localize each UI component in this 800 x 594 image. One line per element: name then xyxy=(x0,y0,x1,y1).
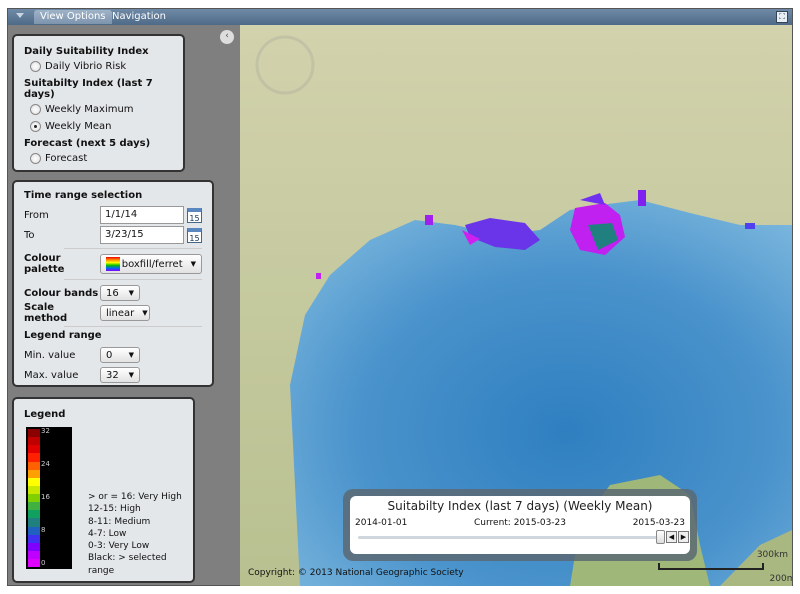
layer-options-panel: Daily Suitability Index Daily Vibrio Ris… xyxy=(12,34,185,172)
radio-forecast[interactable]: Forecast xyxy=(30,153,173,164)
from-label: From xyxy=(24,209,49,221)
legend-color-band xyxy=(28,461,40,470)
legend-title: Legend xyxy=(24,409,66,420)
radio-label: Weekly Maximum xyxy=(45,104,134,115)
legend-color-band xyxy=(28,469,40,478)
from-date-input[interactable]: 1/1/14 xyxy=(100,206,184,224)
legend-color-band xyxy=(28,534,40,543)
section-title: Daily Suitability Index xyxy=(24,46,149,57)
scale-method-select[interactable]: linear ▼ xyxy=(100,305,150,321)
to-date-input[interactable]: 3/23/15 xyxy=(100,226,184,244)
legend-color-band xyxy=(28,550,40,559)
legend-range-title: Legend range xyxy=(24,330,102,341)
radio-icon[interactable] xyxy=(30,61,41,72)
collapse-panel-icon[interactable] xyxy=(16,13,24,18)
colour-bands-select[interactable]: 16 ▼ xyxy=(100,285,140,301)
legend-class: 4-7: Low xyxy=(88,528,127,539)
legend-tick-label: 24 xyxy=(41,460,50,468)
legend-tick-label: 0 xyxy=(41,559,46,567)
time-range-title: Time range selection xyxy=(24,190,143,201)
legend-tick-label: 32 xyxy=(41,427,50,435)
palette-swatch-icon xyxy=(106,257,120,271)
section-title: Suitabilty Index (last 7 days) xyxy=(24,78,153,100)
legend-colorbar: 32 24 16 8 0 xyxy=(26,427,72,569)
radio-icon[interactable] xyxy=(30,104,41,115)
min-value-select[interactable]: 0 ▼ xyxy=(100,347,140,363)
radio-daily-vibrio-risk[interactable]: Daily Vibrio Risk xyxy=(30,61,173,72)
legend-panel: Legend 32 24 16 8 0 > or = 16: Very High 12-… xyxy=(12,397,195,583)
radio-selected-icon[interactable] xyxy=(30,121,41,132)
radio-label: Weekly Mean xyxy=(45,121,112,132)
radio-label: Daily Vibrio Risk xyxy=(45,61,127,72)
radio-weekly-maximum[interactable]: Weekly Maximum xyxy=(30,104,173,115)
tab-navigation[interactable]: Navigation xyxy=(106,10,172,24)
chevron-down-icon: ▼ xyxy=(128,351,134,359)
time-slider-widget: Suitabilty Index (last 7 days) (Weekly M… xyxy=(343,489,697,561)
slider-title: Suitabilty Index (last 7 days) (Weekly M… xyxy=(387,499,653,513)
slider-end-date: 2015-03-23 xyxy=(632,518,685,528)
chevron-down-icon: ▼ xyxy=(142,309,148,317)
tab-view-options[interactable]: View Options xyxy=(34,10,112,24)
max-value: 32 xyxy=(106,369,119,381)
slider-thumb[interactable] xyxy=(656,530,665,544)
scale-bar xyxy=(658,563,764,570)
legend-color-band xyxy=(28,559,40,568)
colour-bands-label: Colour bands xyxy=(24,287,99,299)
scale-km-label: 300km xyxy=(756,550,788,560)
collapse-sidebar-button[interactable]: ‹ xyxy=(220,30,234,44)
slider-start-date: 2014-01-01 xyxy=(355,518,408,528)
time-range-panel: Time range selection From 1/1/14 15 To 3/23… xyxy=(12,180,214,387)
copyright-text: Copyright: © 2013 National Geographic So… xyxy=(248,568,464,578)
legend-color-band xyxy=(28,502,40,511)
chevron-down-icon: ▼ xyxy=(128,371,134,379)
bands-value: 16 xyxy=(106,287,119,299)
slider-track[interactable] xyxy=(358,536,658,539)
colour-palette-label: Colour palette xyxy=(24,253,65,275)
legend-color-band xyxy=(28,494,40,503)
slider-current-date: Current: 2015-03-23 xyxy=(474,518,566,528)
legend-color-band xyxy=(28,445,40,454)
legend-tick-label: 8 xyxy=(41,526,46,534)
section-title: Forecast (next 5 days) xyxy=(24,138,151,149)
palette-value: boxfill/ferret xyxy=(121,258,183,270)
calendar-icon[interactable]: 15 xyxy=(187,227,202,243)
scale-method-label: Scale method xyxy=(24,302,68,324)
min-value: 0 xyxy=(106,349,113,361)
legend-class: 12-15: High xyxy=(88,504,141,515)
scale-mi-label: 200mi xyxy=(769,574,792,584)
colour-palette-select[interactable]: boxfill/ferret ▼ xyxy=(100,254,202,274)
step-back-button[interactable]: ◀ xyxy=(666,531,677,543)
fullscreen-icon[interactable]: ⛶ xyxy=(776,11,788,23)
legend-color-band xyxy=(28,429,40,438)
legend-color-band xyxy=(28,453,40,462)
chevron-down-icon: ▼ xyxy=(190,260,196,268)
app-window: View Options Navigation ⛶ Daily Suitabil… xyxy=(7,8,793,586)
min-value-label: Min. value xyxy=(24,349,76,361)
to-label: To xyxy=(24,229,35,241)
max-value-select[interactable]: 32 ▼ xyxy=(100,367,140,383)
radio-icon[interactable] xyxy=(30,153,41,164)
legend-classes: > or = 16: Very High 12-15: High 8-11: M… xyxy=(88,491,193,577)
radio-label: Forecast xyxy=(45,153,88,164)
top-bar: View Options Navigation ⛶ xyxy=(8,9,792,25)
scale-value: linear xyxy=(106,307,135,319)
legend-color-band xyxy=(28,485,40,494)
legend-color-band xyxy=(28,542,40,551)
chevron-down-icon: ▼ xyxy=(128,289,134,297)
legend-color-band xyxy=(28,477,40,486)
step-forward-button[interactable]: ▶ xyxy=(678,531,689,543)
legend-color-band xyxy=(28,510,40,519)
legend-class: > or = 16: Very High xyxy=(88,492,182,502)
legend-tick-label: 16 xyxy=(41,493,50,501)
legend-class: 0-3: Very Low xyxy=(88,541,150,552)
calendar-icon[interactable]: 15 xyxy=(187,207,202,223)
legend-color-band xyxy=(28,526,40,535)
legend-color-band xyxy=(28,518,40,527)
legend-color-band xyxy=(28,437,40,446)
radio-weekly-mean[interactable]: Weekly Mean xyxy=(30,121,173,132)
map-view[interactable]: Suitabilty Index (last 7 days) (Weekly M… xyxy=(240,25,792,586)
legend-class: 8-11: Medium xyxy=(88,516,151,527)
max-value-label: Max. value xyxy=(24,369,79,381)
legend-class: Black: > selected range xyxy=(88,553,167,576)
